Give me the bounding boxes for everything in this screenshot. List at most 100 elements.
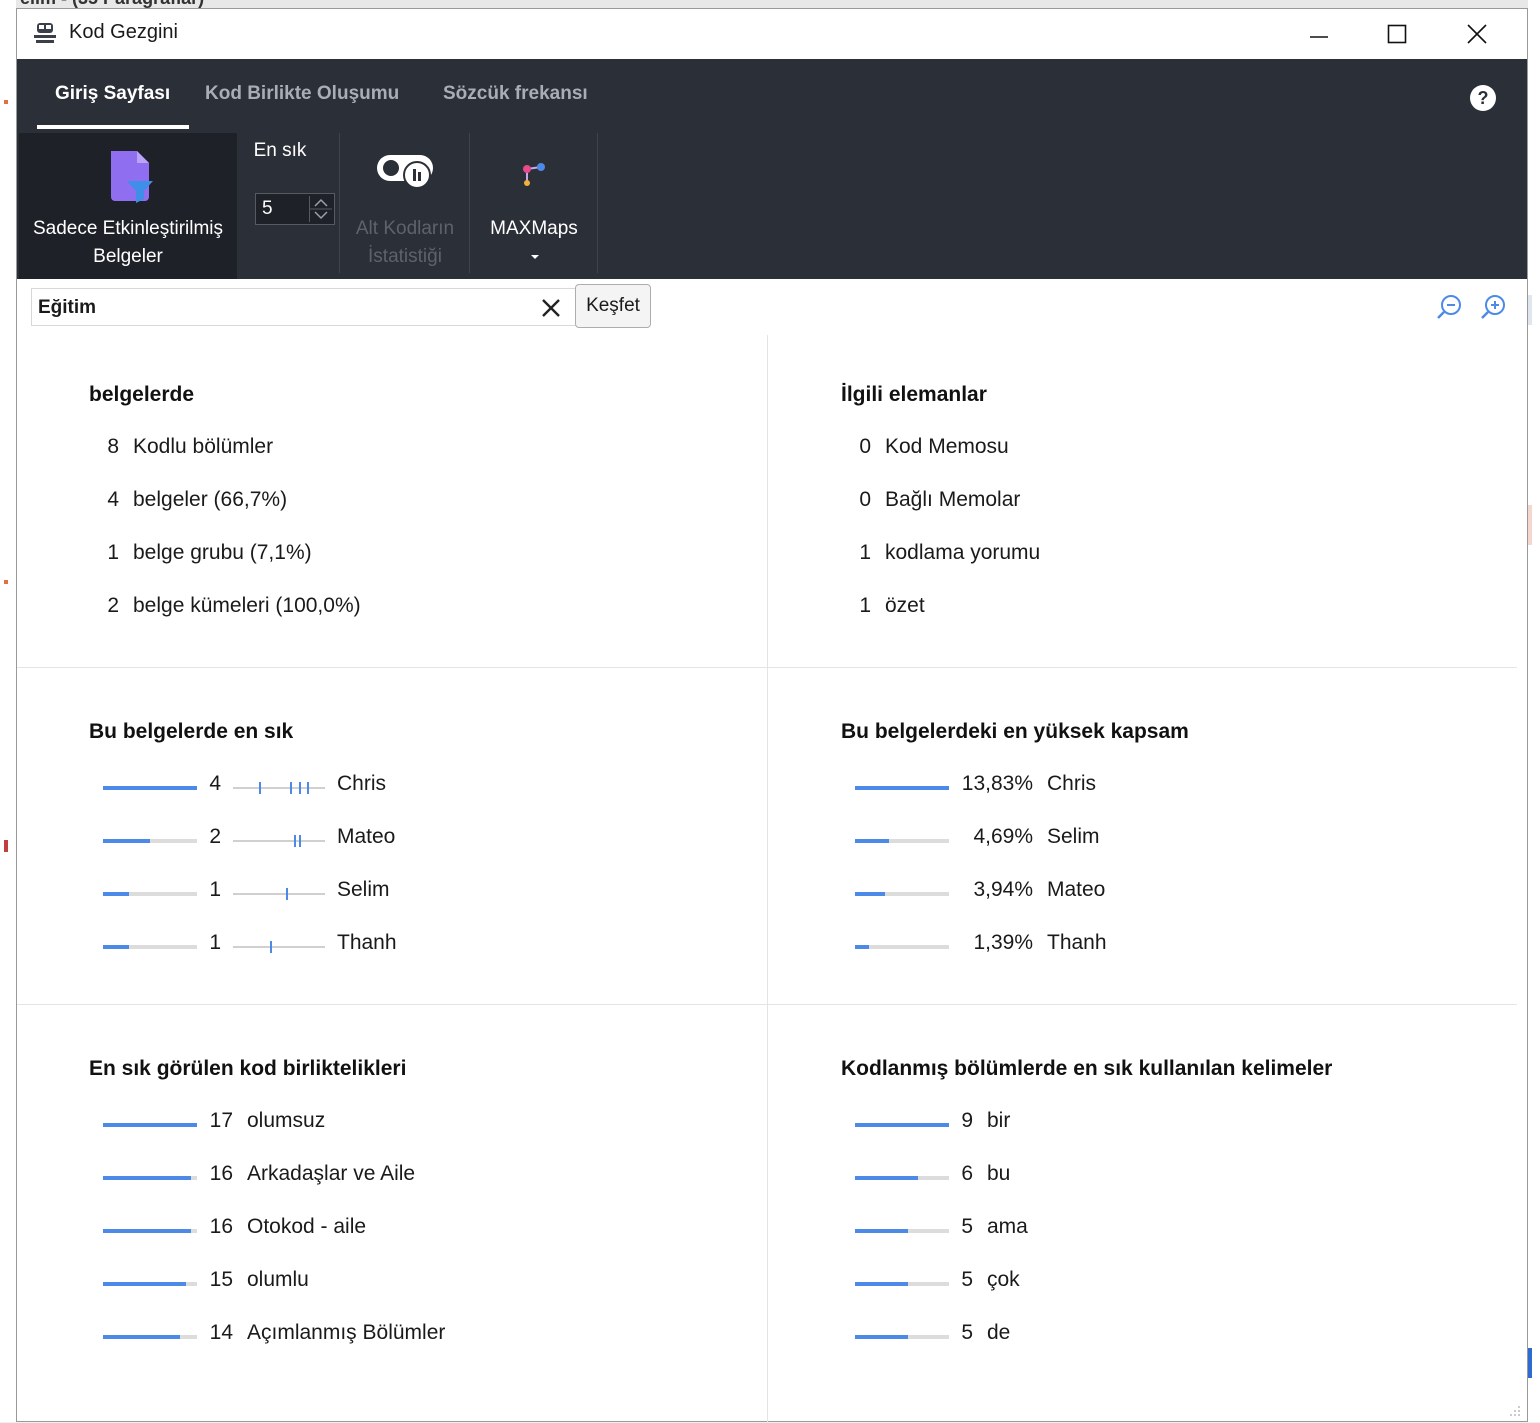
list-item[interactable]: 1 belge grubu (7,1%) — [89, 541, 689, 571]
list-item[interactable]: 15 olumlu — [103, 1268, 703, 1298]
list-item[interactable]: 3,94% Mateo — [855, 878, 1455, 908]
tab-code-co-occurrence[interactable]: Kod Birlikte Oluşumu — [205, 83, 399, 105]
item-label: olumlu — [247, 1268, 309, 1291]
ribbon-tabs: Giriş Sayfası Kod Birlikte Oluşumu Sözcü… — [17, 59, 1527, 131]
word-frequency-bar — [855, 1335, 949, 1339]
list-item[interactable]: 8 Kodlu bölümler — [89, 435, 689, 465]
title-bar: Kod Gezgini — [17, 9, 1527, 59]
search-input[interactable]: Eğitim — [31, 288, 577, 326]
explore-button[interactable]: Keşfet — [575, 284, 651, 328]
list-item[interactable]: 17 olumsuz — [103, 1109, 703, 1139]
item-count: 1 — [107, 541, 119, 564]
distribution-tick — [286, 888, 289, 900]
code-explorer-window: Kod Gezgini Giriş Sayfası Kod Birlikte O… — [16, 8, 1528, 1423]
maximize-button[interactable] — [1357, 9, 1437, 59]
distribution-tick — [258, 782, 261, 794]
svg-text:?: ? — [1478, 88, 1489, 108]
zoom-in-icon[interactable] — [1479, 292, 1509, 322]
cooccurrence-bar-fill — [103, 1176, 192, 1180]
list-item[interactable]: 5 ama — [855, 1215, 1455, 1245]
zoom-out-icon[interactable] — [1435, 292, 1465, 322]
background-mark — [4, 100, 8, 104]
list-item[interactable]: 1 özet — [841, 594, 1441, 624]
item-label: Kod Memosu — [885, 435, 1009, 458]
cooccurrence-bar — [103, 1229, 197, 1233]
ribbon-separator — [597, 133, 598, 273]
list-item[interactable]: 1 Thanh — [103, 931, 703, 961]
list-item[interactable]: 4 Chris — [103, 772, 703, 802]
help-icon[interactable]: ? — [1469, 84, 1497, 112]
distribution-tick — [290, 782, 293, 794]
document-distribution — [233, 941, 325, 953]
list-item[interactable]: 1 Selim — [103, 878, 703, 908]
list-item[interactable]: 14 Açımlanmış Bölümler — [103, 1321, 703, 1351]
item-label: Arkadaşlar ve Aile — [247, 1162, 416, 1185]
item-label: de — [987, 1321, 1011, 1344]
list-item[interactable]: 0 Bağlı Memolar — [841, 488, 1441, 518]
item-label: belge grubu (7,1%) — [133, 541, 312, 564]
frequency-bar — [103, 786, 197, 790]
maxmaps-button[interactable]: MAXMaps — [471, 133, 597, 279]
background-mark — [1528, 505, 1532, 545]
list-item[interactable]: 6 bu — [855, 1162, 1455, 1192]
window-title: Kod Gezgini — [69, 21, 178, 43]
stepper-arrows-icon — [310, 198, 332, 220]
background-mark — [4, 840, 8, 852]
section-title-frequent-words: Kodlanmış bölümlerde en sık kullanılan k… — [841, 1057, 1333, 1080]
stepper-buttons[interactable] — [309, 196, 332, 222]
distribution-tick — [293, 835, 296, 847]
list-item[interactable]: 13,83% Chris — [855, 772, 1455, 802]
item-label: ama — [987, 1215, 1028, 1238]
list-item[interactable]: 16 Arkadaşlar ve Aile — [103, 1162, 703, 1192]
coverage-bar — [855, 945, 949, 949]
item-count: 0 — [859, 488, 871, 511]
document-filter-icon — [111, 151, 153, 203]
list-item[interactable]: 5 çok — [855, 1268, 1455, 1298]
only-activated-label-line2: Belgeler — [93, 246, 163, 267]
item-label: bu — [987, 1162, 1011, 1185]
item-label: Mateo — [337, 825, 396, 848]
word-frequency-bar-fill — [855, 1123, 949, 1127]
active-tab-indicator — [37, 125, 189, 129]
minimize-button[interactable] — [1279, 9, 1359, 59]
list-item[interactable]: 16 Otokod - aile — [103, 1215, 703, 1245]
close-button[interactable] — [1437, 9, 1517, 59]
ribbon: Giriş Sayfası Kod Birlikte Oluşumu Sözcü… — [17, 59, 1527, 279]
document-distribution — [233, 888, 325, 900]
list-item[interactable]: 2 belge kümeleri (100,0%) — [89, 594, 689, 624]
frequency-bar-fill — [103, 892, 130, 896]
word-frequency-bar-fill — [855, 1335, 908, 1339]
tab-home[interactable]: Giriş Sayfası — [55, 83, 170, 105]
tab-word-frequency[interactable]: Sözcük frekansı — [443, 83, 588, 105]
list-item[interactable]: 9 bir — [855, 1109, 1455, 1139]
list-item[interactable]: 0 Kod Memosu — [841, 435, 1441, 465]
only-activated-documents-button[interactable]: Sadece Etkinleştirilmiş Belgeler — [19, 133, 237, 279]
section-title-most-frequent: Bu belgelerde en sık — [89, 720, 294, 743]
item-label: Selim — [1047, 825, 1100, 848]
search-value: Eğitim — [38, 297, 97, 318]
subcode-statistics-icon — [377, 155, 433, 189]
list-item[interactable]: 4 belgeler (66,7%) — [89, 488, 689, 518]
row-divider — [17, 1004, 1517, 1005]
most-frequent-stepper[interactable]: 5 — [255, 193, 335, 225]
distribution-tick — [299, 782, 302, 794]
only-activated-label-line1: Sadece Etkinleştirilmiş — [32, 218, 224, 239]
clear-search-icon[interactable] — [538, 295, 564, 321]
background-app-left-edge — [0, 0, 16, 1422]
subcode-statistics-label-line1: Alt Kodların — [355, 218, 455, 239]
item-label: Bağlı Memolar — [885, 488, 1021, 511]
list-item[interactable]: 4,69% Selim — [855, 825, 1455, 855]
list-item[interactable]: 1,39% Thanh — [855, 931, 1455, 961]
item-count: 1 — [859, 541, 871, 564]
most-frequent-label: En sık — [253, 140, 307, 161]
word-frequency-bar — [855, 1282, 949, 1286]
coverage-bar — [855, 839, 949, 843]
coverage-bar — [855, 892, 949, 896]
list-item[interactable]: 2 Mateo — [103, 825, 703, 855]
list-item[interactable]: 1 kodlama yorumu — [841, 541, 1441, 571]
ribbon-separator — [469, 133, 470, 273]
cooccurrence-bar — [103, 1335, 197, 1339]
resize-grip-icon[interactable] — [1507, 1403, 1521, 1417]
document-distribution — [233, 835, 325, 847]
list-item[interactable]: 5 de — [855, 1321, 1455, 1351]
